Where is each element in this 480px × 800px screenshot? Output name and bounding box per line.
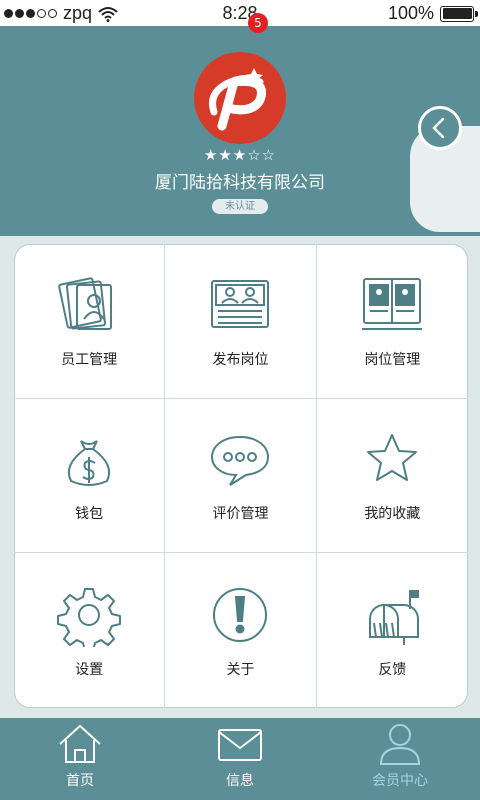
battery-percentage: 100% [387,3,434,23]
tab-home[interactable]: 首页 [0,718,160,800]
mailbox-icon [369,589,420,645]
mail-icon [218,729,262,761]
message-count-badge: 5 [248,13,268,33]
tab-messages-label: 信息 [226,773,254,789]
job-board-icon [362,277,423,330]
bottom-tab-bar: 首页 信息 会员中心 [0,718,480,800]
wallet-item[interactable]: 钱包 [14,398,166,554]
star-icon [367,434,418,482]
tab-home-label: 首页 [66,773,94,789]
wallet-label: 钱包 [75,506,104,523]
employee-management-item[interactable]: 员工管理 [14,244,166,399]
battery-icon [440,5,478,22]
settings-label: 设置 [75,661,104,678]
battery-fill [442,8,472,19]
money-bag-icon [68,440,111,487]
gear-icon [57,587,122,647]
chat-bubble-icon [211,436,270,487]
back-button[interactable] [418,106,462,150]
feedback-item[interactable]: 反馈 [317,553,468,708]
job-management-item[interactable]: 岗位管理 [316,244,468,399]
employee-management-label: 员工管理 [61,351,118,368]
status-right: 100% [387,3,478,24]
company-name: 厦门陆拾科技有限公司 [155,173,325,193]
feedback-label: 反馈 [378,661,407,678]
about-item[interactable]: 关于 [165,553,317,708]
review-management-label: 评价管理 [212,506,269,523]
tab-member-center[interactable]: 会员中心 [320,718,480,800]
favorites-item[interactable]: 我的收藏 [316,399,468,554]
chevron-left-icon [432,117,445,139]
menu-grid: 员工管理 发布岗位 岗位管理 钱包 评价管理 我的收藏 设置 关于 反馈 [14,244,468,708]
tab-member-center-label: 会员中心 [372,773,428,789]
publish-job-item[interactable]: 发布岗位 [165,244,317,399]
employee-cards-icon [58,277,113,330]
job-management-label: 岗位管理 [364,351,421,368]
user-icon [379,724,421,765]
verification-badge: 未认证 [212,199,268,214]
tab-messages[interactable]: 信息 [160,718,320,800]
publish-job-label: 发布岗位 [212,351,269,368]
publish-job-icon [211,279,270,328]
company-logo [194,52,286,144]
about-label: 关于 [226,661,255,678]
home-icon [59,724,101,763]
rating-stars: ★★★☆☆ [203,146,277,164]
info-exclamation-icon [213,587,268,642]
favorites-label: 我的收藏 [364,506,421,523]
status-bar: zpq 8:28 100% [0,0,480,26]
review-management-item[interactable]: 评价管理 [165,398,317,554]
profile-header: ★★★☆☆ 厦门陆拾科技有限公司 未认证 [0,26,480,236]
settings-item[interactable]: 设置 [14,553,166,708]
